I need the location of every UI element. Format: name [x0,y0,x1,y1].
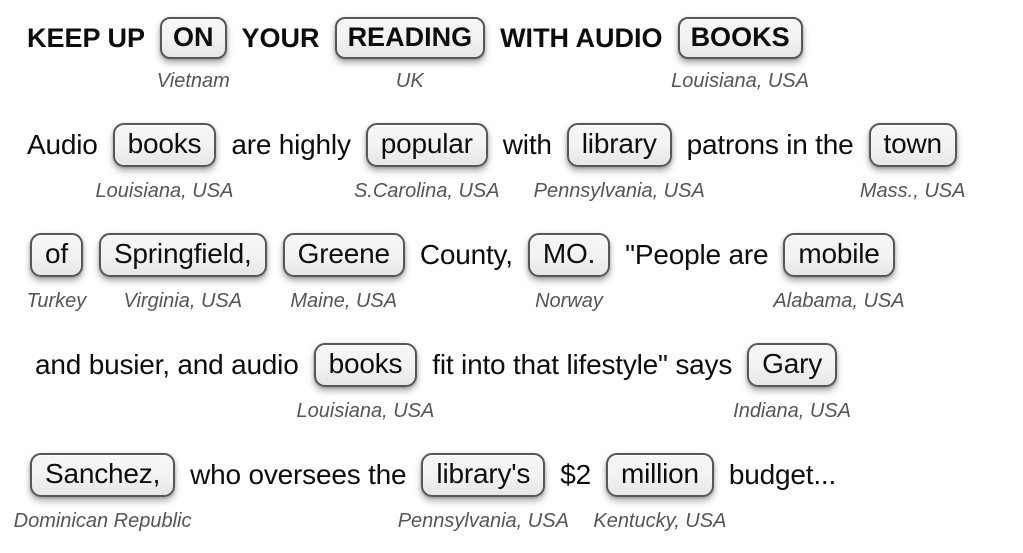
tagged-token[interactable]: mobile [783,233,895,277]
tagged-token[interactable]: library's [421,453,546,497]
plain-token: WITH AUDIO [500,23,663,53]
tagged-token-slot: books Louisiana, USA [297,343,434,422]
tagged-token-slot: READING UK [327,17,494,92]
token-row: Audio books Louisiana, USA are highly popula… [0,113,1023,202]
plain-token: are highly [231,129,351,160]
plain-token: fit into that lifestyle" says [432,349,733,380]
passage-line: KEEP UP ON Vietnam YOUR READING UK WITH AUDIO B… [0,6,1023,116]
tagged-token-slot: million Kentucky, USA [593,453,726,532]
token-row: KEEP UP ON Vietnam YOUR READING UK WITH AUDIO B… [0,6,1023,92]
tagged-token[interactable]: READING [334,17,486,59]
plain-token: KEEP UP [27,23,146,53]
plain-token-slot: are highly [224,129,357,161]
token-location-caption: Louisiana, USA [95,180,234,202]
plain-token-slot: "People are [618,239,775,271]
tagged-token-slot: books Louisiana, USA [96,123,233,202]
plain-token: County, [419,239,513,270]
tagged-token-slot: of Turkey [22,233,91,312]
passage-line: of Turkey Springfield, Virginia, USA Greene M… [0,223,1023,333]
plain-token-slot: County, [413,239,520,271]
tagged-token-slot: library Pennsylvania, USA [534,123,705,202]
tagged-token[interactable]: of [30,233,83,277]
tagged-token-slot: Gary Indiana, USA [733,343,851,422]
tagged-token[interactable]: Sanchez, [30,453,176,497]
plain-token: YOUR [241,23,320,53]
plain-token: "People are [625,239,769,270]
token-location-caption: Indiana, USA [733,400,851,422]
token-location-caption: Dominican Republic [13,510,192,532]
token-location-caption: Alabama, USA [773,290,905,312]
tagged-token[interactable]: million [605,453,714,497]
plain-token: $2 [560,459,591,490]
token-location-caption: Vietnam [156,70,230,92]
token-location-caption: Louisiana, USA [671,70,809,92]
tagged-token-slot: popular S.Carolina, USA [354,123,500,202]
plain-token: Audio [27,129,98,160]
tagged-token-slot: Greene Maine, USA [275,233,413,312]
token-location-caption: Pennsylvania, USA [533,180,705,202]
token-row: Sanchez, Dominican Republic who oversees t… [0,443,1023,532]
tagged-token-slot: mobile Alabama, USA [773,233,905,312]
plain-token-slot: budget... [722,459,843,491]
token-location-caption: Pennsylvania, USA [397,510,569,532]
plain-token: budget... [728,459,837,490]
tagged-token[interactable]: town [868,123,957,167]
token-row: of Turkey Springfield, Virginia, USA Greene M… [0,223,1023,312]
token-location-caption: S.Carolina, USA [353,180,500,202]
plain-token-slot: who oversees the [183,459,413,491]
plain-token-slot: WITH AUDIO [493,22,669,54]
tagged-token-slot: MO. Norway [520,233,618,312]
tagged-token[interactable]: Greene [282,233,405,277]
tagged-token-slot: Springfield, Virginia, USA [91,233,275,312]
tagged-token[interactable]: Gary [747,343,838,387]
plain-token-slot: with [496,129,559,161]
plain-token-slot: YOUR [235,22,327,54]
tagged-token[interactable]: Springfield, [98,233,267,277]
token-location-caption: Louisiana, USA [296,400,435,422]
token-location-caption: UK [395,70,424,92]
plain-token: who oversees the [190,459,407,490]
tagged-token[interactable]: books [112,123,217,167]
tagged-token-slot: Sanchez, Dominican Republic [14,453,192,532]
tagged-token-slot: library's Pennsylvania, USA [398,453,569,532]
token-location-caption: Turkey [26,290,87,312]
tagged-token[interactable]: library [566,123,672,167]
token-location-caption: Kentucky, USA [593,510,727,532]
token-location-caption: Virginia, USA [123,290,243,312]
token-row: and busier, and audio books Louisiana, USA… [0,333,1023,422]
plain-token-slot: KEEP UP [20,22,152,54]
plain-token-slot: fit into that lifestyle" says [425,349,739,381]
plain-token-slot: and busier, and audio [28,349,306,381]
token-location-caption: Maine, USA [290,290,398,312]
tagged-token-slot: ON Vietnam [152,17,235,92]
plain-token: patrons in the [686,129,854,160]
passage-line: and busier, and audio books Louisiana, USA… [0,333,1023,443]
tagged-token-slot: BOOKS Louisiana, USA [670,17,811,92]
annotated-passage: KEEP UP ON Vietnam YOUR READING UK WITH AUDIO B… [0,0,1023,544]
tagged-token[interactable]: BOOKS [677,17,803,59]
passage-line: Audio books Louisiana, USA are highly popula… [0,113,1023,223]
tagged-token[interactable]: popular [365,123,488,167]
plain-token: with [502,129,552,160]
tagged-token[interactable]: MO. [527,233,611,277]
passage-line: Sanchez, Dominican Republic who oversees t… [0,443,1023,553]
tagged-token[interactable]: ON [160,17,227,59]
plain-token-slot: patrons in the [680,129,861,161]
tagged-token[interactable]: books [313,343,418,387]
plain-token-slot: $2 [553,459,598,491]
token-location-caption: Mass., USA [859,180,966,202]
token-location-caption: Norway [535,290,603,312]
plain-token: and busier, and audio [35,349,299,380]
tagged-token-slot: town Mass., USA [860,123,965,202]
plain-token-slot: Audio [20,129,105,161]
